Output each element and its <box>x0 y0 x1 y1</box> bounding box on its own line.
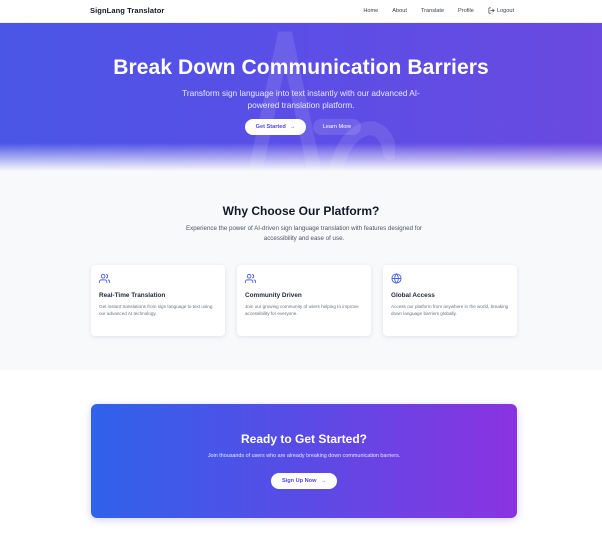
get-started-button[interactable]: Get Started → <box>245 119 306 135</box>
logout-label: Logout <box>496 7 514 14</box>
feature-card-text: Join our growing community of users help… <box>245 304 359 317</box>
hero-subtitle: Transform sign language into text instan… <box>182 88 420 110</box>
cta-title: Ready to Get Started? <box>240 432 368 446</box>
feature-card-real-time-translation: Real-Time Translation Get instant transl… <box>91 265 225 336</box>
users-icon <box>99 273 110 284</box>
nav-link-profile[interactable]: Profile <box>458 8 474 14</box>
hero-section: Break Down Communication Barriers Transf… <box>0 23 602 171</box>
nav-links: Home About Translate Profile Logout <box>349 7 514 14</box>
hero-title: Break Down Communication Barriers <box>113 56 489 79</box>
feature-card-title: Real-Time Translation <box>99 292 166 299</box>
logout-button[interactable]: Logout <box>488 7 514 14</box>
sign-up-button[interactable]: Sign Up Now → <box>271 473 337 489</box>
learn-more-button[interactable]: Learn More <box>313 119 361 135</box>
features-section: Why Choose Our Platform? Experience the … <box>0 171 602 370</box>
arrow-right-icon: → <box>289 124 296 130</box>
feature-card-community-driven: Community Driven Join our growing commun… <box>237 265 371 336</box>
logout-icon <box>488 7 495 14</box>
brand-logo[interactable]: SignLang Translator <box>90 6 164 15</box>
hero-fade-overlay <box>0 143 602 171</box>
nav-link-home[interactable]: Home <box>363 8 378 14</box>
globe-icon <box>391 273 402 284</box>
cta-subtitle: Join thousands of users who are already … <box>207 453 401 459</box>
get-started-label: Get Started <box>255 124 286 130</box>
features-subtitle: Experience the power of AI-driven sign l… <box>186 225 422 242</box>
top-navbar: SignLang Translator Home About Translate… <box>0 0 602 23</box>
features-title: Why Choose Our Platform? <box>222 204 380 218</box>
users-icon <box>245 273 256 284</box>
feature-card-title: Global Access <box>391 292 435 299</box>
sign-up-label: Sign Up Now <box>281 478 317 484</box>
cta-banner: Ready to Get Started? Join thousands of … <box>91 404 517 518</box>
feature-card-global-access: Global Access Access our platform from a… <box>383 265 517 336</box>
nav-link-about[interactable]: About <box>392 8 407 14</box>
feature-card-text: Access our platform from anywhere in the… <box>391 304 509 317</box>
feature-card-text: Get instant translations from sign langu… <box>99 304 213 317</box>
feature-card-title: Community Driven <box>245 292 302 299</box>
nav-link-translate[interactable]: Translate <box>421 8 444 14</box>
arrow-right-icon: → <box>320 478 327 484</box>
